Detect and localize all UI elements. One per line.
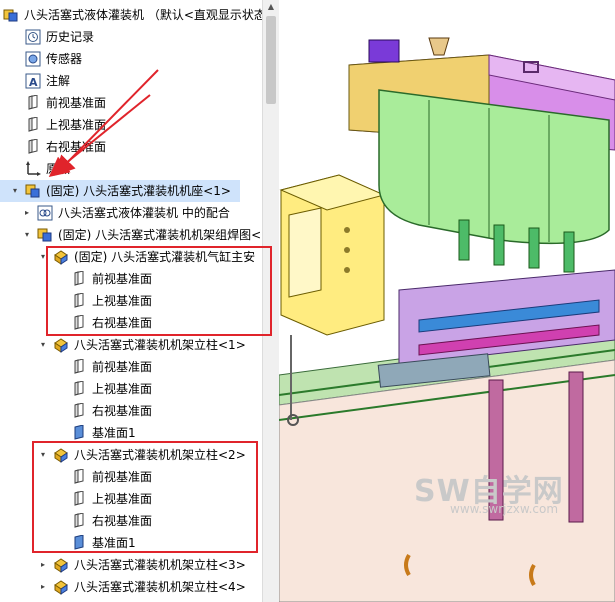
arrow-line-2 [48, 94, 151, 178]
watermark: SW自学网 www.swrjzxw.com [414, 466, 564, 516]
watermark-sub: www.swrjzxw.com [450, 502, 559, 516]
highlight-box-2 [32, 441, 258, 553]
highlight-box-1 [46, 246, 272, 336]
